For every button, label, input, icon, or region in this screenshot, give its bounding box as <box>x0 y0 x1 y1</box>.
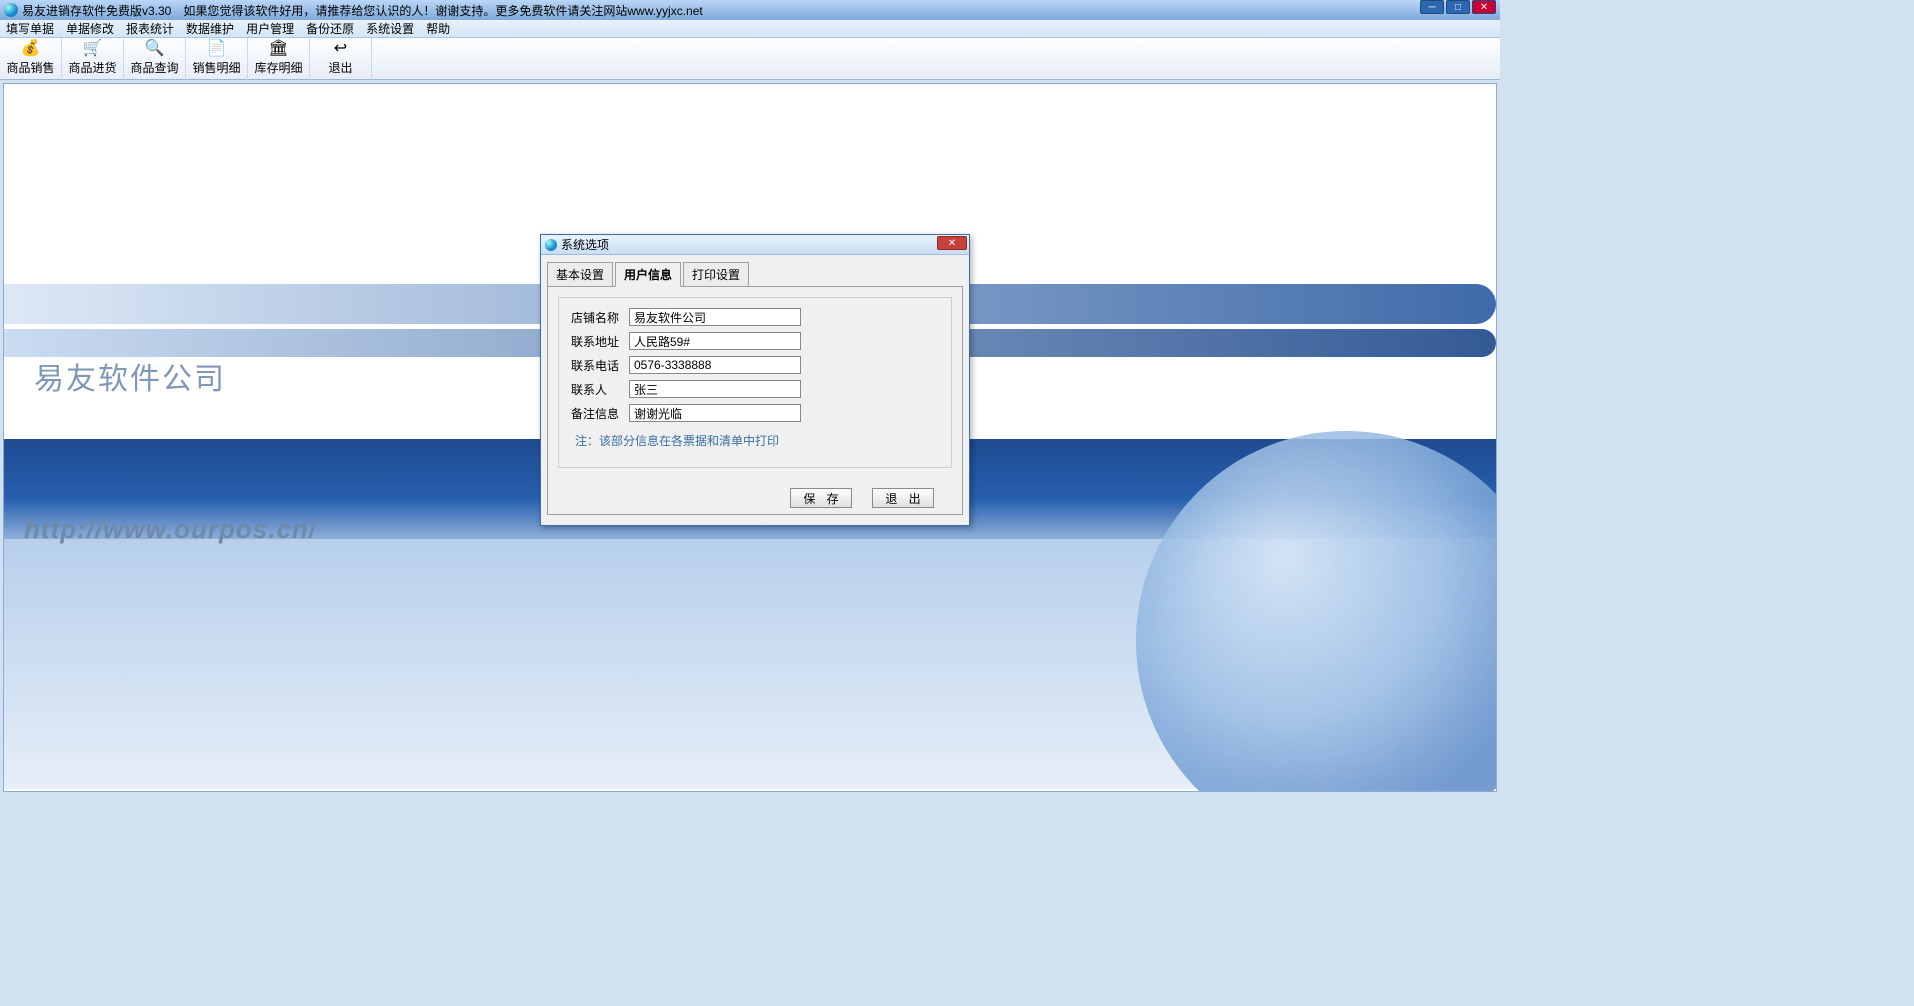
building-icon: 🏛 <box>268 41 288 57</box>
menu-voucher[interactable]: 填写单据 <box>6 20 54 37</box>
menu-report[interactable]: 报表统计 <box>126 20 174 37</box>
phone-input[interactable] <box>629 356 801 374</box>
system-options-dialog: 系统选项 ✕ 基本设置 用户信息 打印设置 店铺名称 联系地址 <box>540 234 970 526</box>
save-button[interactable]: 保 存 <box>790 488 852 508</box>
tool-label: 商品销售 <box>6 59 54 76</box>
address-label: 联系地址 <box>571 333 629 350</box>
tool-search[interactable]: 🔍 商品查询 <box>124 38 186 80</box>
cart-icon: 🛒 <box>83 41 103 57</box>
tab-basic[interactable]: 基本设置 <box>547 262 613 287</box>
menu-backup[interactable]: 备份还原 <box>306 20 354 37</box>
url-watermark: http://www.ourpos.cn/ <box>24 514 317 545</box>
tool-label: 库存明细 <box>254 59 302 76</box>
user-info-form: 店铺名称 联系地址 联系电话 联系人 <box>558 297 952 468</box>
menu-bar: 填写单据 单据修改 报表统计 数据维护 用户管理 备份还原 系统设置 帮助 <box>0 20 1500 38</box>
window-title: 易友进销存软件免费版v3.30 如果您觉得该软件好用，请推荐给您认识的人！谢谢支… <box>22 2 703 19</box>
app-icon <box>545 239 557 251</box>
binoculars-icon: 🔍 <box>145 41 165 57</box>
tool-label: 商品进货 <box>68 59 116 76</box>
contact-input[interactable] <box>629 380 801 398</box>
tab-user[interactable]: 用户信息 <box>615 262 681 287</box>
tool-label: 销售明细 <box>192 59 240 76</box>
document-icon: 📄 <box>207 41 227 57</box>
tool-purchase[interactable]: 🛒 商品进货 <box>62 38 124 80</box>
contact-label: 联系人 <box>571 381 629 398</box>
menu-edit[interactable]: 单据修改 <box>66 20 114 37</box>
tab-panel: 店铺名称 联系地址 联系电话 联系人 <box>547 286 963 515</box>
dialog-tabs: 基本设置 用户信息 打印设置 <box>547 261 963 286</box>
exit-button[interactable]: 退 出 <box>872 488 934 508</box>
dialog-title: 系统选项 <box>561 236 609 253</box>
shop-name-label: 店铺名称 <box>571 309 629 326</box>
minimize-button[interactable]: ─ <box>1420 0 1444 14</box>
tool-exit[interactable]: ↩ 退出 <box>310 38 372 80</box>
company-watermark: 易友软件公司 <box>34 354 226 398</box>
maximize-button[interactable]: □ <box>1446 0 1470 14</box>
tool-label: 商品查询 <box>130 59 178 76</box>
coin-icon: 💰 <box>21 41 41 57</box>
toolbar: 💰 商品销售 🛒 商品进货 🔍 商品查询 📄 销售明细 🏛 库存明细 ↩ 退出 <box>0 38 1500 80</box>
dialog-close-button[interactable]: ✕ <box>937 236 967 250</box>
title-bar: 易友进销存软件免费版v3.30 如果您觉得该软件好用，请推荐给您认识的人！谢谢支… <box>0 0 1500 20</box>
address-input[interactable] <box>629 332 801 350</box>
exit-icon: ↩ <box>334 41 347 57</box>
tool-label: 退出 <box>328 59 352 76</box>
menu-user[interactable]: 用户管理 <box>246 20 294 37</box>
tool-stock[interactable]: 🏛 库存明细 <box>248 38 310 80</box>
tool-sale[interactable]: 💰 商品销售 <box>0 38 62 80</box>
shop-name-input[interactable] <box>629 308 801 326</box>
tab-print[interactable]: 打印设置 <box>683 262 749 287</box>
menu-data[interactable]: 数据维护 <box>186 20 234 37</box>
memo-input[interactable] <box>629 404 801 422</box>
memo-label: 备注信息 <box>571 405 629 422</box>
menu-settings[interactable]: 系统设置 <box>366 20 414 37</box>
phone-label: 联系电话 <box>571 357 629 374</box>
menu-help[interactable]: 帮助 <box>426 20 450 37</box>
close-button[interactable]: ✕ <box>1472 0 1496 14</box>
dialog-title-bar[interactable]: 系统选项 ✕ <box>541 235 969 255</box>
app-icon <box>4 3 18 17</box>
tool-salelist[interactable]: 📄 销售明细 <box>186 38 248 80</box>
form-note: 注：该部分信息在各票据和清单中打印 <box>575 432 939 449</box>
content-area: 易友软件公司 http://www.ourpos.cn/ 系统选项 ✕ 基本设置… <box>3 83 1497 792</box>
